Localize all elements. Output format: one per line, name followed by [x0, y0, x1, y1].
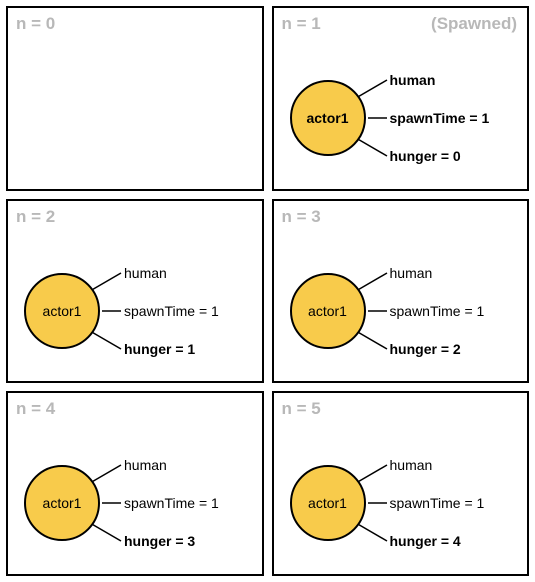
step-label: n = 5: [282, 399, 321, 419]
actor-diagram: actor1 human spawnTime = 1 hunger = 1: [18, 245, 258, 375]
actor-diagram: actor1 human spawnTime = 1 hunger = 3: [18, 437, 258, 567]
step-label: n = 3: [282, 207, 321, 227]
diagram-grid: n = 0 n = 1 (Spawned) actor1 human spawn…: [0, 0, 535, 582]
actor-circle: actor1: [24, 465, 100, 541]
actor-name: actor1: [43, 495, 82, 511]
actor-circle: actor1: [290, 80, 366, 156]
spawned-note: (Spawned): [431, 14, 517, 34]
actor-diagram: actor1 human spawnTime = 1 hunger = 0: [284, 52, 524, 182]
step-label: n = 2: [16, 207, 55, 227]
actor-prop-spawntime: spawnTime = 1: [124, 495, 219, 511]
actor-prop-hunger: hunger = 1: [124, 341, 195, 357]
actor-prop-spawntime: spawnTime = 1: [390, 110, 490, 126]
actor-circle: actor1: [290, 273, 366, 349]
step-label: n = 0: [16, 14, 55, 34]
actor-prop-spawntime: spawnTime = 1: [390, 495, 485, 511]
actor-prop-hunger: hunger = 2: [390, 341, 461, 357]
step-label: n = 1: [282, 14, 321, 34]
actor-prop-spawntime: spawnTime = 1: [390, 303, 485, 319]
actor-name: actor1: [308, 303, 347, 319]
actor-name: actor1: [308, 495, 347, 511]
actor-prop-hunger: hunger = 4: [390, 533, 461, 549]
actor-prop-type: human: [124, 457, 167, 473]
panel-0: n = 0: [6, 6, 264, 191]
actor-diagram: actor1 human spawnTime = 1 hunger = 4: [284, 437, 524, 567]
actor-prop-type: human: [124, 265, 167, 281]
actor-name: actor1: [43, 303, 82, 319]
actor-prop-hunger: hunger = 0: [390, 148, 461, 164]
panel-3: n = 3 actor1 human spawnTime = 1 hunger …: [272, 199, 530, 384]
actor-prop-type: human: [390, 265, 433, 281]
panel-5: n = 5 actor1 human spawnTime = 1 hunger …: [272, 391, 530, 576]
panel-2: n = 2 actor1 human spawnTime = 1 hunger …: [6, 199, 264, 384]
panel-1: n = 1 (Spawned) actor1 human spawnTime =…: [272, 6, 530, 191]
actor-prop-type: human: [390, 72, 436, 88]
actor-prop-type: human: [390, 457, 433, 473]
actor-prop-hunger: hunger = 3: [124, 533, 195, 549]
actor-circle: actor1: [24, 273, 100, 349]
actor-diagram: actor1 human spawnTime = 1 hunger = 2: [284, 245, 524, 375]
actor-prop-spawntime: spawnTime = 1: [124, 303, 219, 319]
actor-circle: actor1: [290, 465, 366, 541]
panel-4: n = 4 actor1 human spawnTime = 1 hunger …: [6, 391, 264, 576]
step-label: n = 4: [16, 399, 55, 419]
actor-name: actor1: [306, 110, 348, 126]
